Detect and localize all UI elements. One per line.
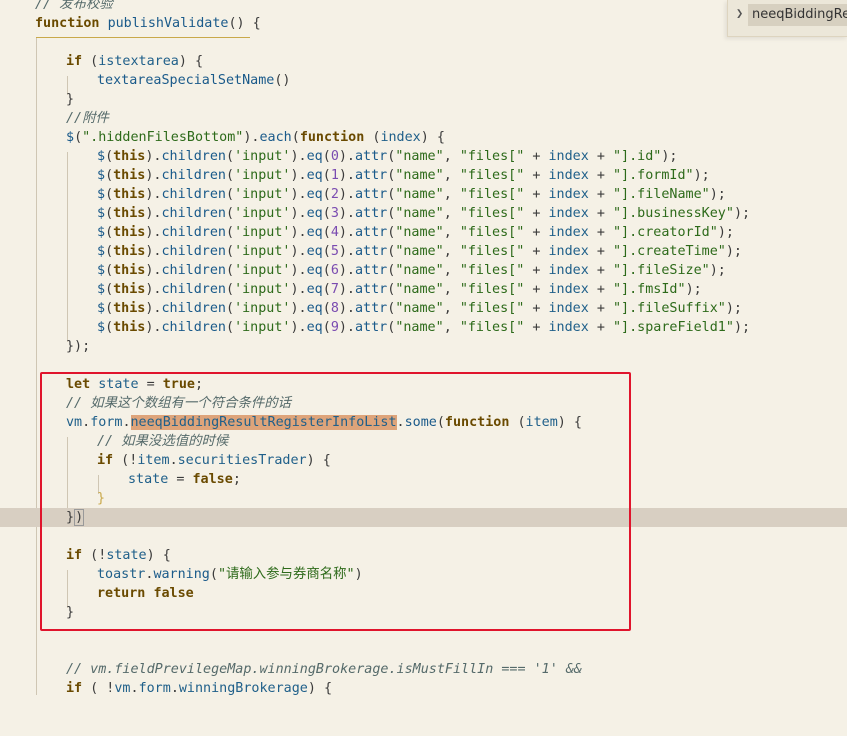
annotation-highlight-box: [40, 372, 631, 631]
code-line[interactable]: $(this).children('input').eq(8).attr("na…: [0, 299, 847, 318]
code-text: if (istextarea) {: [66, 54, 204, 69]
code-text: $(this).children('input').eq(2).attr("na…: [97, 187, 726, 202]
code-text: $(this).children('input').eq(3).attr("na…: [97, 206, 751, 221]
code-text: // 发布校验: [35, 0, 113, 12]
code-line[interactable]: // 发布校验: [0, 0, 847, 14]
code-text: $(this).children('input').eq(5).attr("na…: [97, 244, 742, 259]
code-text: $(this).children('input').eq(6).attr("na…: [97, 263, 726, 278]
code-line[interactable]: $(this).children('input').eq(0).attr("na…: [0, 147, 847, 166]
code-text: textareaSpecialSetName(): [97, 73, 291, 88]
breadcrumb-label[interactable]: neeqBiddingRes: [748, 4, 847, 26]
code-text: $(this).children('input').eq(8).attr("na…: [97, 301, 742, 316]
code-text: // vm.fieldPrevilegeMap.winningBrokerage…: [66, 662, 582, 677]
code-line[interactable]: $(".hiddenFilesBottom").each(function (i…: [0, 128, 847, 147]
code-text: });: [66, 339, 91, 354]
code-text: $(this).children('input').eq(9).attr("na…: [97, 320, 751, 335]
code-line[interactable]: $(this).children('input').eq(1).attr("na…: [0, 166, 847, 185]
code-line[interactable]: textareaSpecialSetName(): [0, 71, 847, 90]
code-line[interactable]: $(this).children('input').eq(3).attr("na…: [0, 204, 847, 223]
code-text: function publishValidate() {: [35, 16, 261, 31]
code-line[interactable]: $(this).children('input').eq(4).attr("na…: [0, 223, 847, 242]
chevron-right-icon[interactable]: ❯: [736, 6, 743, 20]
code-line[interactable]: [0, 33, 847, 52]
code-editor[interactable]: // 发布校验 function publishValidate() { if …: [0, 0, 847, 698]
breadcrumb-widget[interactable]: ❯ neeqBiddingRes: [727, 0, 847, 37]
code-text: $(this).children('input').eq(4).attr("na…: [97, 225, 734, 240]
code-line[interactable]: $(this).children('input').eq(9).attr("na…: [0, 318, 847, 337]
code-text: $(this).children('input').eq(1).attr("na…: [97, 168, 710, 183]
code-line[interactable]: }: [0, 90, 847, 109]
code-line[interactable]: function publishValidate() {: [0, 14, 847, 33]
code-line[interactable]: });: [0, 337, 847, 356]
code-line[interactable]: $(this).children('input').eq(5).attr("na…: [0, 242, 847, 261]
code-line[interactable]: //附件: [0, 109, 847, 128]
code-line[interactable]: if ( !vm.form.winningBrokerage) {: [0, 679, 847, 698]
code-text: $(this).children('input').eq(7).attr("na…: [97, 282, 702, 297]
code-line[interactable]: $(this).children('input').eq(2).attr("na…: [0, 185, 847, 204]
code-line[interactable]: if (istextarea) {: [0, 52, 847, 71]
code-line[interactable]: $(this).children('input').eq(7).attr("na…: [0, 280, 847, 299]
code-text: //附件: [66, 111, 109, 126]
code-text: $(".hiddenFilesBottom").each(function (i…: [66, 130, 445, 145]
code-text: }: [66, 92, 75, 107]
code-text: if ( !vm.form.winningBrokerage) {: [66, 681, 333, 696]
code-line[interactable]: $(this).children('input').eq(6).attr("na…: [0, 261, 847, 280]
code-text: $(this).children('input').eq(0).attr("na…: [97, 149, 678, 164]
code-line[interactable]: // vm.fieldPrevilegeMap.winningBrokerage…: [0, 660, 847, 679]
code-line[interactable]: [0, 641, 847, 660]
